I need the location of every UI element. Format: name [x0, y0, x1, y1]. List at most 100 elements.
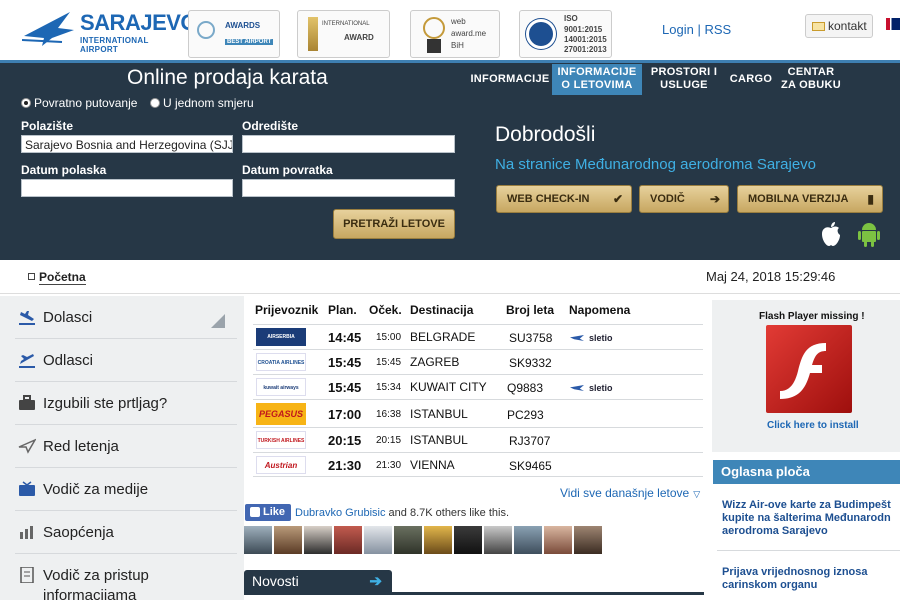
expected-time: 21:30: [376, 460, 402, 471]
android-icon[interactable]: [856, 220, 882, 248]
home-square-icon: [28, 273, 35, 280]
flight-number: SK9465: [509, 459, 552, 473]
notice-item-wizzair[interactable]: Wizz Air-ove karte za Budimpešt kupite n…: [722, 499, 900, 538]
login-link[interactable]: Login: [662, 22, 694, 37]
landed-plane-icon: [570, 335, 584, 341]
like-summary: Dubravko Grubisic and 8.7K others like t…: [295, 507, 509, 519]
mobile-version-label: MOBILNA VERZIJA: [748, 193, 849, 205]
avatar[interactable]: [364, 526, 392, 554]
guide-button[interactable]: VODIČ ➔: [639, 185, 729, 213]
logo-name: SARAJEVO: [80, 10, 198, 35]
to-input[interactable]: [242, 135, 455, 153]
col-header-expected: Oček.: [369, 303, 402, 317]
destination: VIENNA: [410, 458, 455, 472]
avatar[interactable]: [454, 526, 482, 554]
facebook-like-button[interactable]: Like: [245, 504, 291, 521]
award-badge-3[interactable]: web award.me BiH: [410, 10, 500, 58]
sidebar-item-lost-luggage[interactable]: Izgubili ste prtljag?: [15, 382, 237, 425]
sidebar-item-label-line2: informacijama: [43, 587, 137, 600]
schedule-plane-icon: [18, 438, 36, 454]
airline-logo: kuwait airways: [256, 378, 306, 396]
flight-number: SU3758: [509, 331, 553, 345]
depart-date-label: Datum polaska: [21, 163, 107, 177]
sidebar-item-schedule[interactable]: Red letenja: [15, 425, 237, 468]
tv-icon: [19, 481, 35, 496]
iso-badge[interactable]: ISO 9001:2015 14001:2015 27001:2013: [519, 10, 612, 58]
destination: ZAGREB: [410, 355, 460, 369]
airline-logo: PEGASUS: [256, 403, 306, 425]
from-input[interactable]: Sarajevo Bosnia and Herzegovina (SJJ): [21, 135, 233, 153]
luggage-icon: [19, 395, 35, 410]
destination: KUWAIT CITY: [410, 380, 487, 394]
notice-item-customs[interactable]: Prijava vrijednosnog iznosa carinskom or…: [722, 566, 900, 592]
sidebar-item-announcements[interactable]: Saopćenja: [15, 511, 237, 554]
planned-time: 15:45: [328, 355, 362, 370]
avatar[interactable]: [574, 526, 602, 554]
airport-logo[interactable]: SARAJEVO INTERNATIONAL AIRPORT: [22, 6, 198, 54]
table-row[interactable]: kuwait airways 15:45 15:34 KUWAIT CITY Q…: [253, 374, 703, 399]
avatar[interactable]: [514, 526, 542, 554]
avatar[interactable]: [424, 526, 452, 554]
oneway-trip-radio[interactable]: U jednom smjeru: [150, 96, 254, 110]
search-flights-button[interactable]: PRETRAŽI LETOVE: [333, 209, 455, 239]
mobile-version-button[interactable]: MOBILNA VERZIJA ▮: [737, 185, 883, 213]
departure-plane-icon: [19, 354, 35, 368]
iso-line2: 9001:2015: [564, 25, 603, 34]
sidebar-item-label: Vodič za pristup informacijama: [43, 566, 149, 600]
link-separator: |: [697, 22, 701, 37]
corner-triangle-icon: [211, 314, 225, 328]
view-all-flights-link[interactable]: Vidi sve današnje letove ▽: [560, 486, 700, 500]
avatar[interactable]: [484, 526, 512, 554]
return-date-input[interactable]: [242, 179, 455, 197]
table-row[interactable]: TURKISH AIRLINES 20:15 20:15 ISTANBUL RJ…: [253, 427, 703, 452]
nav-informacije[interactable]: INFORMACIJE: [468, 64, 552, 95]
contact-button[interactable]: kontakt: [805, 14, 873, 38]
nav-flight-info[interactable]: INFORMACIJE O LETOVIMA: [552, 64, 642, 95]
table-row[interactable]: Austrian 21:30 21:30 VIENNA SK9465: [253, 452, 703, 477]
web-checkin-button[interactable]: WEB CHECK-IN ✔: [496, 185, 632, 213]
sidebar-item-label: Red letenja: [43, 438, 119, 455]
breadcrumb[interactable]: Početna: [28, 270, 86, 285]
nav-training-center[interactable]: CENTAR ZA OBUKU: [776, 64, 846, 95]
avatar[interactable]: [244, 526, 272, 554]
avatar[interactable]: [334, 526, 362, 554]
sidebar-item-arrivals[interactable]: Dolasci: [15, 296, 237, 339]
avatar[interactable]: [274, 526, 302, 554]
liker-name[interactable]: Dubravko Grubisic: [295, 507, 385, 519]
english-flag-icon[interactable]: [886, 18, 900, 30]
table-row[interactable]: PEGASUS 17:00 16:38 ISTANBUL PC293: [253, 399, 703, 427]
expected-time: 20:15: [376, 435, 402, 446]
nav-cargo[interactable]: CARGO: [726, 64, 776, 95]
planned-time: 14:45: [328, 330, 362, 345]
avatar[interactable]: [394, 526, 422, 554]
flash-logo-icon[interactable]: [766, 325, 852, 413]
nav-label-line1: PROSTORI I: [650, 66, 718, 78]
expected-time: 15:45: [376, 357, 402, 368]
return-trip-radio[interactable]: Povratno putovanje: [21, 96, 137, 110]
sidebar-item-media-guide[interactable]: Vodič za medije: [15, 468, 237, 511]
rss-link[interactable]: RSS: [704, 22, 731, 37]
avatar[interactable]: [304, 526, 332, 554]
news-tab[interactable]: Novosti ➔: [244, 570, 392, 592]
sidebar-item-departures[interactable]: Odlasci: [15, 339, 237, 382]
sidebar-item-label: Odlasci: [43, 352, 94, 369]
award-badge-2[interactable]: INTERNATIONAL AWARD: [297, 10, 390, 58]
sidebar-item-info-access[interactable]: Vodič za pristup informacijama: [15, 554, 237, 600]
table-row[interactable]: CROATIA AIRLINES 15:45 15:45 ZAGREB SK93…: [253, 349, 703, 374]
nav-services[interactable]: PROSTORI I USLUGE: [642, 64, 726, 95]
flight-number: RJ3707: [509, 434, 551, 448]
table-row[interactable]: AIRSERBIA 14:45 15:00 BELGRADE SU3758 sl…: [253, 324, 703, 349]
install-flash-link[interactable]: Click here to install: [767, 420, 859, 431]
apple-icon[interactable]: [818, 220, 844, 248]
iso-line3: 14001:2015: [564, 35, 607, 44]
status-label: sletio: [589, 333, 613, 343]
welcome-title: Dobrodošli: [495, 123, 596, 146]
avatar[interactable]: [544, 526, 572, 554]
depart-date-input[interactable]: [21, 179, 233, 197]
planned-time: 15:45: [328, 380, 362, 395]
main-nav: INFORMACIJE INFORMACIJE O LETOVIMA PROST…: [468, 64, 846, 95]
sidebar-item-label: Dolasci: [43, 309, 93, 326]
current-datetime: Maj 24, 2018 15:29:46: [706, 269, 836, 284]
airline-logo: TURKISH AIRLINES: [256, 431, 306, 449]
award-badge-1[interactable]: AWARDS BEST AIRPORT: [188, 10, 280, 58]
